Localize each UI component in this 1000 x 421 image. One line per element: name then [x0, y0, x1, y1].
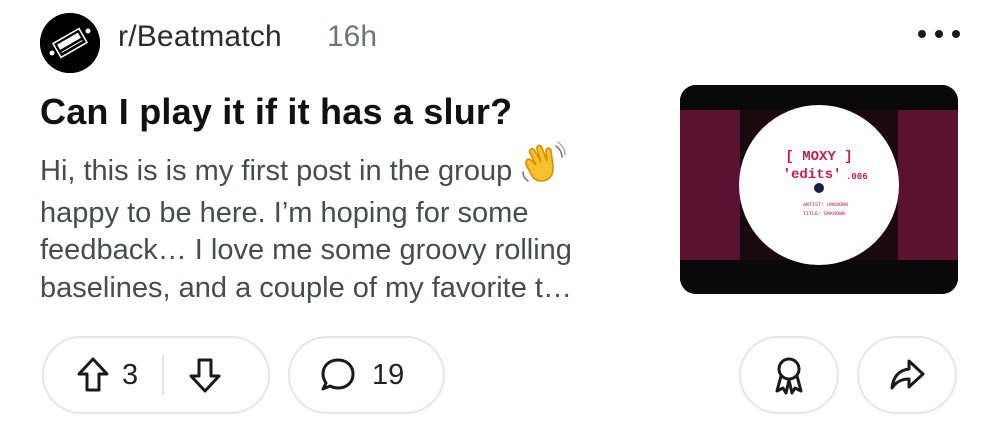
award-button[interactable] [739, 336, 839, 414]
post-body-line: baselines, and a couple of my favorite t… [40, 271, 572, 304]
upvote-arrow-icon [77, 357, 109, 392]
share-arrow-icon [890, 359, 925, 390]
share-button[interactable] [857, 336, 957, 414]
comment-count: 19 [372, 358, 405, 391]
record-label-image: [ MOXY ] 'edits' .006 ARTIST: UNKNOWN TI… [680, 85, 958, 294]
post-body-line: happy to be here. I’m hoping for some [40, 196, 529, 229]
more-dot [918, 30, 926, 38]
upvote-count: 3 [122, 358, 139, 391]
thumb-panel-right [898, 110, 958, 260]
post-body-line: Hi, this is is my first post in the grou… [40, 141, 670, 195]
thumb-panel-left [680, 110, 740, 260]
post-body[interactable]: Hi, this is is my first post in the grou… [40, 141, 670, 307]
comments-button[interactable]: 19 [288, 336, 445, 414]
post-body-line: feedback… I love me some groovy rolling [40, 234, 572, 266]
label-main-text: 'edits' [783, 167, 842, 183]
post-body-line-text: Hi, this is is my first post in the grou… [40, 154, 513, 187]
label-number-text: .006 [846, 172, 868, 182]
subreddit-logo-icon [40, 13, 100, 73]
downvote-arrow-icon [189, 358, 221, 393]
vote-divider [162, 355, 165, 395]
post-thumbnail[interactable]: [ MOXY ] 'edits' .006 ARTIST: UNKNOWN TI… [680, 85, 958, 294]
post-age: 16h [327, 20, 378, 53]
comment-bubble-icon [321, 358, 355, 391]
award-ribbon-icon [775, 357, 803, 395]
upvote-button[interactable] [76, 356, 110, 394]
downvote-button[interactable] [188, 356, 222, 394]
label-artist-text: ARTIST: UNKNOWN [803, 202, 848, 208]
subreddit-name[interactable]: r/Beatmatch [118, 20, 282, 54]
waving-hand-icon [518, 140, 566, 195]
post-title[interactable]: Can I play it if it has a slur? [40, 91, 512, 133]
more-options-button[interactable] [918, 24, 960, 44]
label-title-text: TITLE: UNKNOWN [803, 211, 845, 217]
label-top-text: [ MOXY ] [785, 149, 852, 165]
subreddit-avatar[interactable] [40, 13, 100, 73]
record-center-hole [814, 183, 824, 193]
more-dot [952, 30, 960, 38]
more-dot [935, 30, 943, 38]
vote-bar: 3 [42, 336, 270, 414]
